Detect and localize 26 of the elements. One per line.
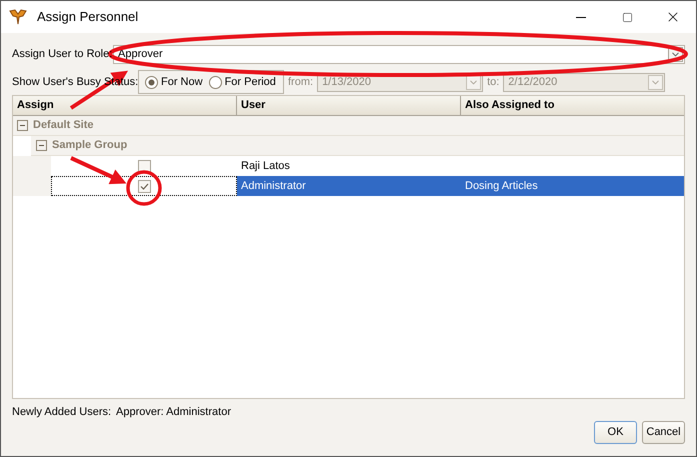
newly-added-label: Newly Added Users: bbox=[12, 404, 112, 420]
user-row[interactable]: Raji Latos bbox=[13, 156, 684, 176]
collapse-icon[interactable] bbox=[17, 120, 28, 131]
site-label: Default Site bbox=[33, 118, 94, 134]
column-header[interactable]: Assign bbox=[13, 96, 237, 115]
to-label: to: bbox=[487, 74, 500, 90]
group-label: Sample Group bbox=[52, 138, 128, 154]
app-logo-icon bbox=[9, 9, 27, 25]
dialog-button[interactable]: Cancel bbox=[642, 421, 685, 444]
user-name: Raji Latos bbox=[241, 158, 290, 174]
column-header[interactable]: Also Assigned to bbox=[461, 96, 684, 115]
maximize-icon bbox=[622, 12, 632, 22]
window-title: Assign Personnel bbox=[37, 8, 138, 26]
also-assigned-text: Dosing Articles bbox=[465, 178, 538, 194]
user-name: Administrator bbox=[241, 178, 306, 194]
checkbox[interactable] bbox=[138, 160, 151, 172]
checked-checkbox[interactable] bbox=[138, 180, 151, 192]
collapse-icon[interactable] bbox=[36, 140, 47, 151]
dialog-button[interactable]: OK bbox=[594, 421, 637, 444]
role-dropdown[interactable]: Approver bbox=[113, 44, 685, 64]
minimize-icon bbox=[576, 16, 586, 18]
newly-added-value: Approver: Administrator bbox=[116, 404, 231, 420]
column-header[interactable]: User bbox=[237, 96, 461, 115]
annotation-arrow bbox=[70, 156, 126, 184]
annotation-circle bbox=[126, 170, 162, 206]
from-label: from: bbox=[288, 74, 314, 90]
